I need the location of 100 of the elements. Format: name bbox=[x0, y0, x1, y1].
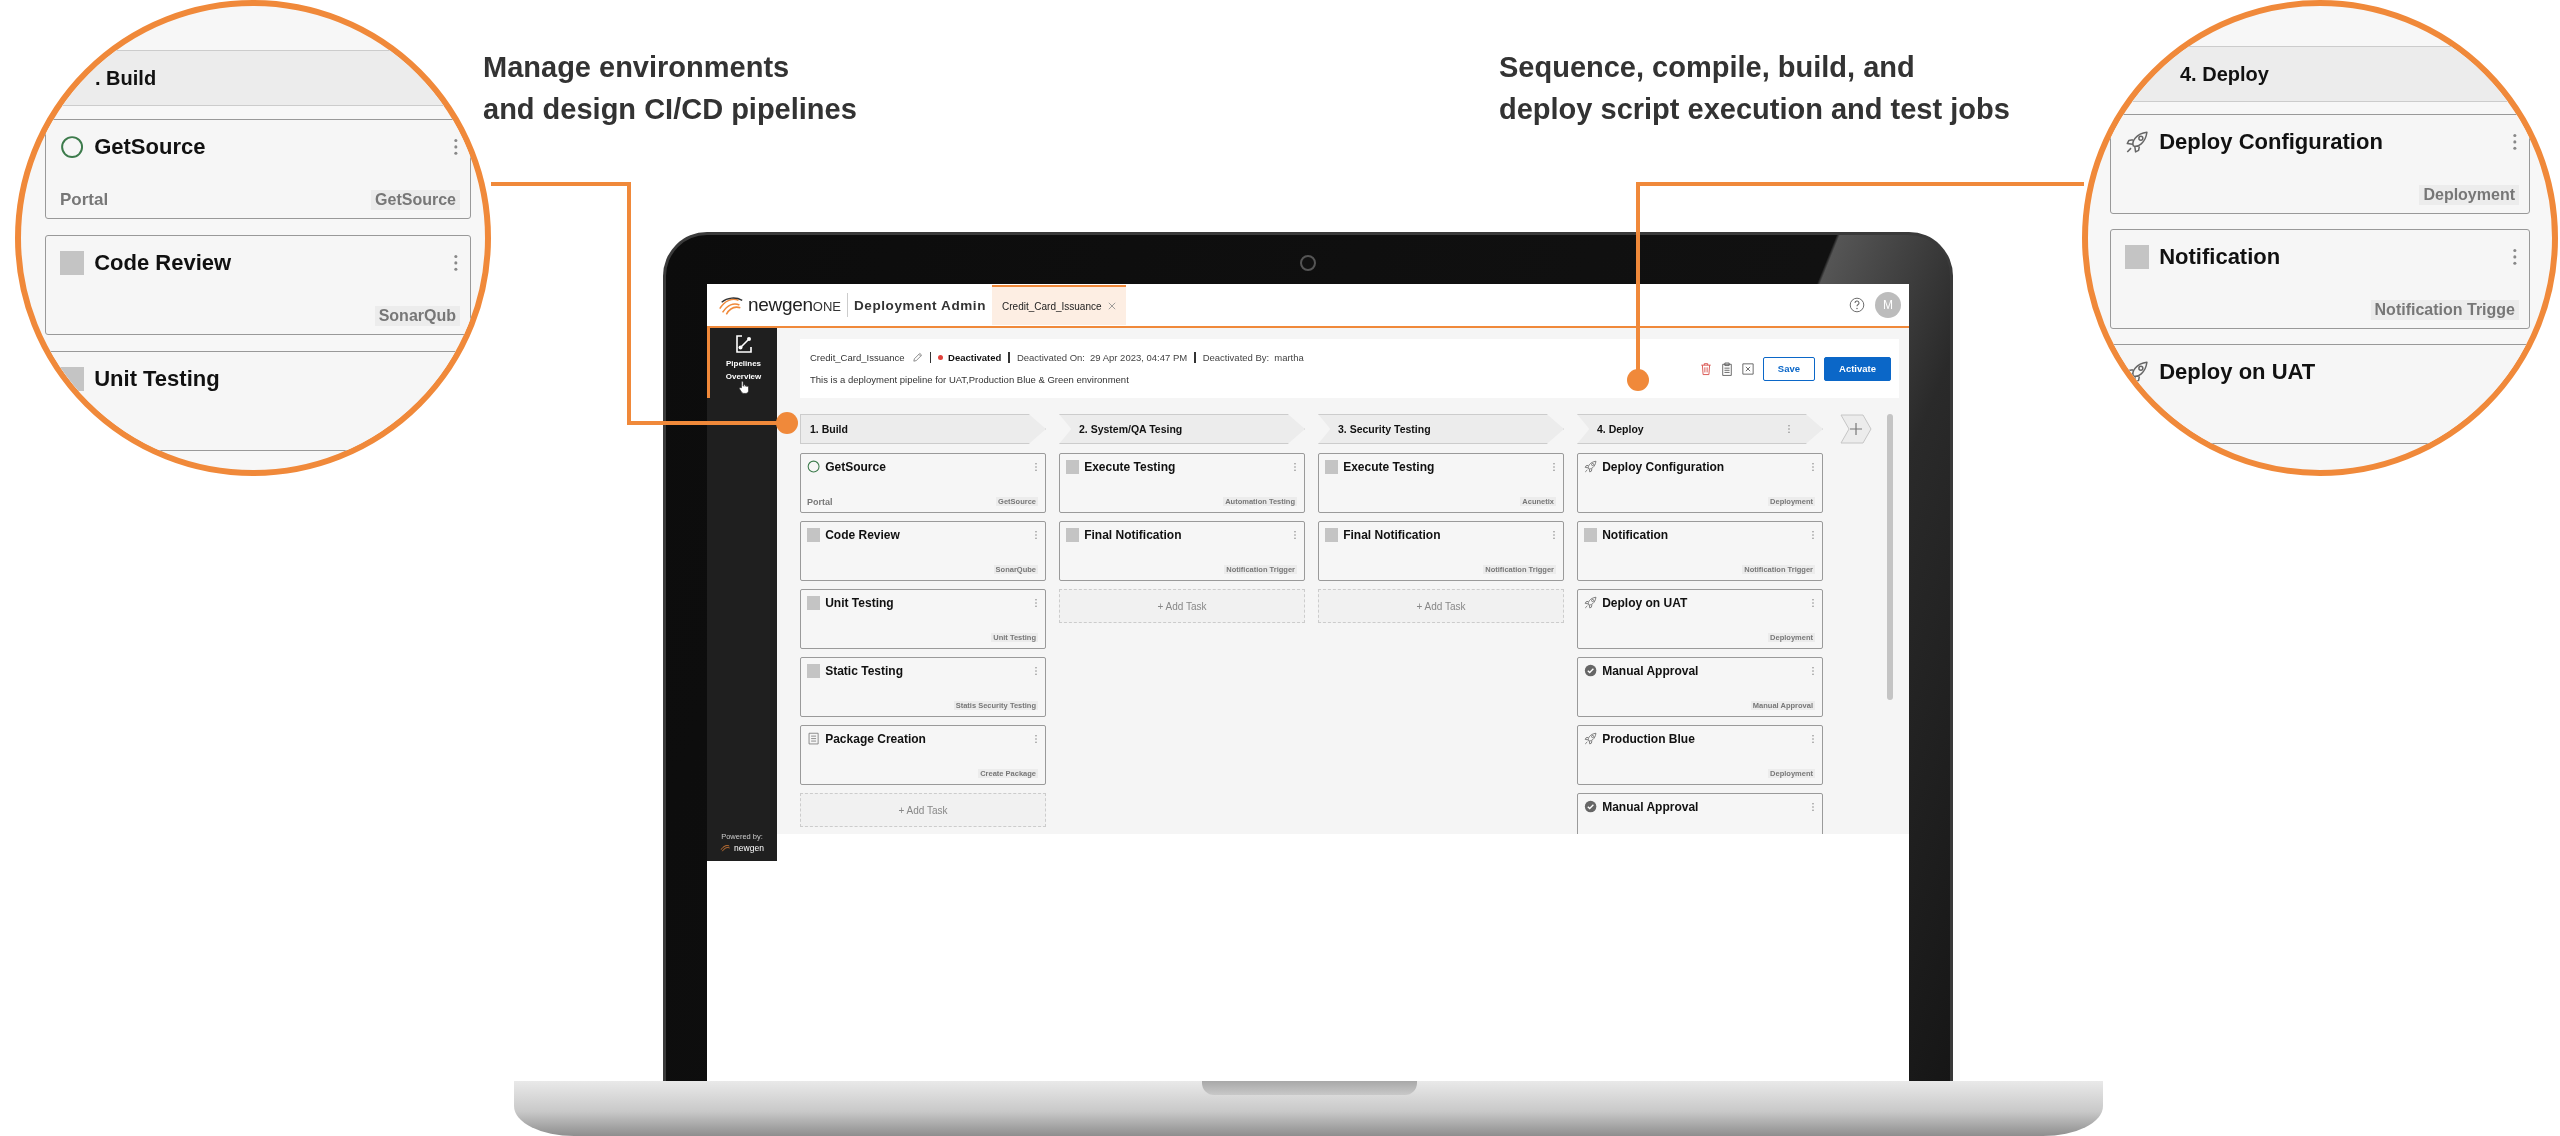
menu-icon[interactable] bbox=[1034, 666, 1038, 676]
stage-header[interactable]: 4. Deploy bbox=[1577, 414, 1823, 444]
trash-icon[interactable] bbox=[1699, 361, 1712, 376]
task-title: Execute Testing bbox=[1343, 460, 1436, 474]
menu-icon bbox=[452, 137, 460, 157]
task-title: Final Notification bbox=[1084, 528, 1183, 542]
task-type-tag: GetSource bbox=[371, 190, 460, 210]
headline: Manage environments and design CI/CD pipelines bbox=[483, 50, 857, 127]
stage-title: 4. Deploy bbox=[2179, 62, 2269, 86]
brand-name: newgen bbox=[748, 294, 813, 316]
menu-icon[interactable] bbox=[1034, 462, 1038, 472]
menu-icon[interactable] bbox=[1552, 530, 1556, 540]
menu-icon[interactable] bbox=[1811, 734, 1815, 744]
deactivated-on-value: 29 Apr 2023, 04:47 PM bbox=[1090, 352, 1188, 363]
menu-icon[interactable] bbox=[1552, 462, 1556, 472]
task-title: GetSource bbox=[825, 460, 887, 474]
brand-suffix: ONE bbox=[812, 299, 841, 314]
activate-button[interactable]: Activate bbox=[1824, 356, 1891, 381]
square-icon bbox=[807, 664, 821, 678]
menu-icon[interactable] bbox=[1034, 598, 1038, 608]
square-icon bbox=[1066, 460, 1080, 474]
menu-icon bbox=[2511, 132, 2519, 152]
menu-icon[interactable] bbox=[1811, 462, 1815, 472]
module-title: Deployment Admin bbox=[853, 297, 987, 313]
task-type-tag: Notification Trigge bbox=[2370, 300, 2519, 320]
pipeline-description: This is a deployment pipeline for UAT,Production Blue & Green environment bbox=[810, 374, 1130, 385]
rocket-icon bbox=[1584, 460, 1598, 474]
task-title: Deploy on UAT bbox=[2159, 359, 2317, 385]
connector-dot bbox=[1627, 369, 1649, 391]
task-title: Notification bbox=[1602, 528, 1670, 542]
rocket-icon bbox=[1584, 596, 1598, 610]
headline: Sequence, compile, build, and deploy script execution and test jobs bbox=[1499, 50, 2010, 127]
stage-header[interactable]: 2. System/QA Tesing bbox=[1059, 414, 1305, 444]
menu-icon[interactable] bbox=[1811, 598, 1815, 608]
menu-icon[interactable] bbox=[1034, 734, 1038, 744]
task-title: Unit Testing bbox=[825, 596, 895, 610]
square-icon bbox=[1584, 528, 1598, 542]
task-title: Package Creation bbox=[825, 732, 927, 746]
stage-title: 1. Build bbox=[810, 423, 849, 435]
menu-icon[interactable] bbox=[1811, 802, 1815, 812]
stage-title: 3. Security Testing bbox=[1338, 423, 1432, 435]
pipeline-name: Credit_Card_Issuance bbox=[810, 352, 905, 363]
menu-icon bbox=[452, 253, 460, 273]
help-icon[interactable] bbox=[1849, 297, 1865, 313]
document-tab[interactable]: Credit_Card_Issuance bbox=[992, 285, 1126, 325]
menu-icon[interactable] bbox=[1811, 666, 1815, 676]
stage-header[interactable]: 1. Build bbox=[800, 414, 1046, 444]
check-circle-icon bbox=[1584, 664, 1598, 678]
square-icon bbox=[807, 528, 821, 542]
deactivated-on-label: Deactivated On: bbox=[1016, 352, 1085, 363]
task-title: GetSource bbox=[94, 134, 207, 160]
task-title: Unit Testing bbox=[94, 366, 221, 392]
square-icon bbox=[1325, 528, 1339, 542]
ring-icon bbox=[807, 460, 821, 474]
task-title: Deploy Configuration bbox=[2159, 129, 2384, 155]
task-title: Production Blue bbox=[1602, 732, 1696, 746]
task-title: Notification bbox=[2159, 244, 2282, 270]
square-icon bbox=[2125, 244, 2150, 270]
task-source: Portal bbox=[60, 190, 109, 210]
task-source: Portal bbox=[807, 496, 833, 507]
menu-icon bbox=[2511, 247, 2519, 267]
task-title: Final Notification bbox=[1343, 528, 1442, 542]
square-icon bbox=[1066, 528, 1080, 542]
scrollbar[interactable] bbox=[1887, 414, 1893, 700]
task-title: Deploy on UAT bbox=[1602, 596, 1689, 610]
logo-icon bbox=[717, 294, 745, 316]
menu-icon[interactable] bbox=[1293, 462, 1297, 472]
task-title: Deploy Configuration bbox=[1602, 460, 1726, 474]
task-title: Code Review bbox=[825, 528, 901, 542]
save-button[interactable]: Save bbox=[1762, 356, 1816, 381]
logo-icon bbox=[720, 843, 733, 853]
close-icon[interactable] bbox=[1107, 302, 1116, 310]
status-dot bbox=[938, 355, 944, 360]
square-icon bbox=[1325, 460, 1339, 474]
pipeline-icon bbox=[733, 334, 754, 354]
stage-header[interactable]: 3. Security Testing bbox=[1318, 414, 1564, 444]
ring-icon bbox=[60, 134, 85, 160]
task-title: Code Review bbox=[94, 250, 233, 276]
stage-title: 2. System/QA Tesing bbox=[1079, 423, 1184, 435]
check-circle-icon bbox=[1584, 800, 1598, 814]
task-title: Manual Approval bbox=[1602, 800, 1700, 814]
menu-icon[interactable] bbox=[1811, 530, 1815, 540]
task-title: Static Testing bbox=[825, 664, 904, 678]
edit-icon[interactable] bbox=[911, 352, 923, 363]
stage-title: . Build bbox=[94, 66, 157, 90]
hand-cursor-icon bbox=[737, 380, 750, 394]
menu-icon[interactable] bbox=[1293, 530, 1297, 540]
square-icon bbox=[60, 366, 85, 392]
task-type-tag: SonarQub bbox=[374, 306, 460, 326]
task-card[interactable]: Manual Approval bbox=[1577, 793, 1823, 834]
stage-title: 4. Deploy bbox=[1597, 423, 1645, 435]
menu-icon[interactable] bbox=[1034, 530, 1038, 540]
menu-icon[interactable] bbox=[1787, 424, 1791, 434]
clear-icon[interactable] bbox=[1741, 361, 1754, 376]
add-stage-button[interactable] bbox=[1840, 414, 1872, 444]
task-title: Execute Testing bbox=[1084, 460, 1177, 474]
deactivated-by-label: Deactivated By: bbox=[1202, 352, 1270, 363]
clipboard-icon[interactable] bbox=[1720, 361, 1733, 376]
deactivated-by-value: martha bbox=[1274, 352, 1304, 363]
document-icon bbox=[807, 732, 821, 746]
